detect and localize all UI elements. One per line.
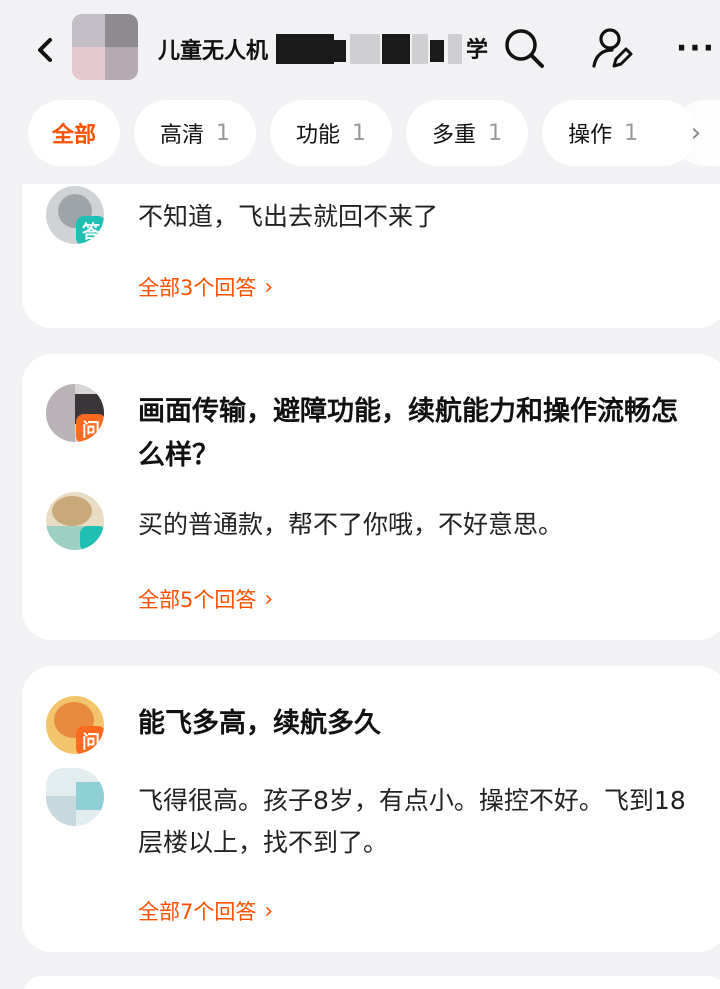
answer-text: 不知道，飞出去就回不来了 xyxy=(138,202,439,231)
chevron-right-icon: › xyxy=(264,586,274,612)
redaction xyxy=(412,34,428,64)
all-answers-label: 全部7个回答 xyxy=(138,900,257,924)
redaction xyxy=(382,34,410,64)
tab-multiple[interactable]: 多重 1 xyxy=(406,100,529,166)
question-badge: 问 xyxy=(76,726,104,754)
answer-badge: 答 xyxy=(76,216,104,244)
redaction xyxy=(334,40,346,62)
question-badge: 问 xyxy=(76,414,104,442)
filter-tabs: 全部 高清 1 功能 1 多重 1 操作 1 xyxy=(28,100,720,168)
redaction xyxy=(448,34,462,64)
tab-label: 全部 xyxy=(52,123,97,148)
product-title-tail: 学 xyxy=(466,38,489,63)
question-text: 能飞多高，续航多久 xyxy=(138,708,381,739)
tabs-more-glyph: › xyxy=(690,118,702,148)
tab-label: 功能 xyxy=(296,123,341,148)
tab-count: 1 xyxy=(624,120,639,146)
all-answers-label: 全部3个回答 xyxy=(138,276,257,300)
tab-count: 1 xyxy=(352,120,367,146)
all-answers-link[interactable]: 全部5个回答 › xyxy=(138,584,273,614)
qa-card[interactable] xyxy=(22,976,720,989)
avatar: 答 xyxy=(46,186,104,244)
tab-label: 操作 xyxy=(568,123,613,148)
qa-card[interactable]: 问 画面传输，避障功能，续航能力和操作流畅怎么样？ 买的普通款，帮不了你哦，不好… xyxy=(22,354,720,640)
tab-function[interactable]: 功能 1 xyxy=(270,100,393,166)
tab-hd[interactable]: 高清 1 xyxy=(134,100,257,166)
qa-card[interactable]: 问 能飞多高，续航多久 飞得很高。孩子8岁，有点小。操控不好。飞到18层楼以上，… xyxy=(22,666,720,952)
product-title[interactable]: 儿童无人机 xyxy=(158,30,268,68)
product-title-text: 儿童无人机 xyxy=(158,39,269,64)
tab-count: 1 xyxy=(488,120,503,146)
all-answers-label: 全部5个回答 xyxy=(138,588,257,612)
redaction xyxy=(350,34,380,64)
redaction xyxy=(276,34,334,64)
avatar xyxy=(46,768,104,826)
all-answers-link[interactable]: 全部3个回答 › xyxy=(138,272,273,302)
search-icon[interactable] xyxy=(500,24,548,72)
redaction xyxy=(430,40,444,62)
avatar: 问 xyxy=(46,696,104,754)
top-bar: 儿童无人机 学 ··· xyxy=(0,0,720,98)
more-icon[interactable]: ··· xyxy=(672,26,720,70)
qa-card[interactable]: 答 不知道，飞出去就回不来了 全部3个回答 › xyxy=(22,184,720,328)
avatar xyxy=(46,492,104,550)
chevron-right-icon: › xyxy=(264,274,274,300)
tab-all[interactable]: 全部 xyxy=(28,100,121,166)
tab-label: 高清 xyxy=(160,123,205,148)
answer-text: 飞得很高。孩子8岁，有点小。操控不好。飞到18层楼以上，找不到了。 xyxy=(138,786,686,857)
back-icon[interactable] xyxy=(28,32,64,68)
product-thumbnail[interactable] xyxy=(72,14,138,80)
all-answers-link[interactable]: 全部7个回答 › xyxy=(138,896,273,926)
answer-text: 买的普通款，帮不了你哦，不好意思。 xyxy=(138,510,564,539)
question-text: 画面传输，避障功能，续航能力和操作流畅怎么样？ xyxy=(138,396,678,471)
user-edit-icon[interactable] xyxy=(588,24,636,72)
avatar: 问 xyxy=(46,384,104,442)
answer-badge xyxy=(80,526,104,550)
chevron-right-icon: › xyxy=(264,898,274,924)
tab-count: 1 xyxy=(216,120,231,146)
tab-label: 多重 xyxy=(432,123,477,148)
